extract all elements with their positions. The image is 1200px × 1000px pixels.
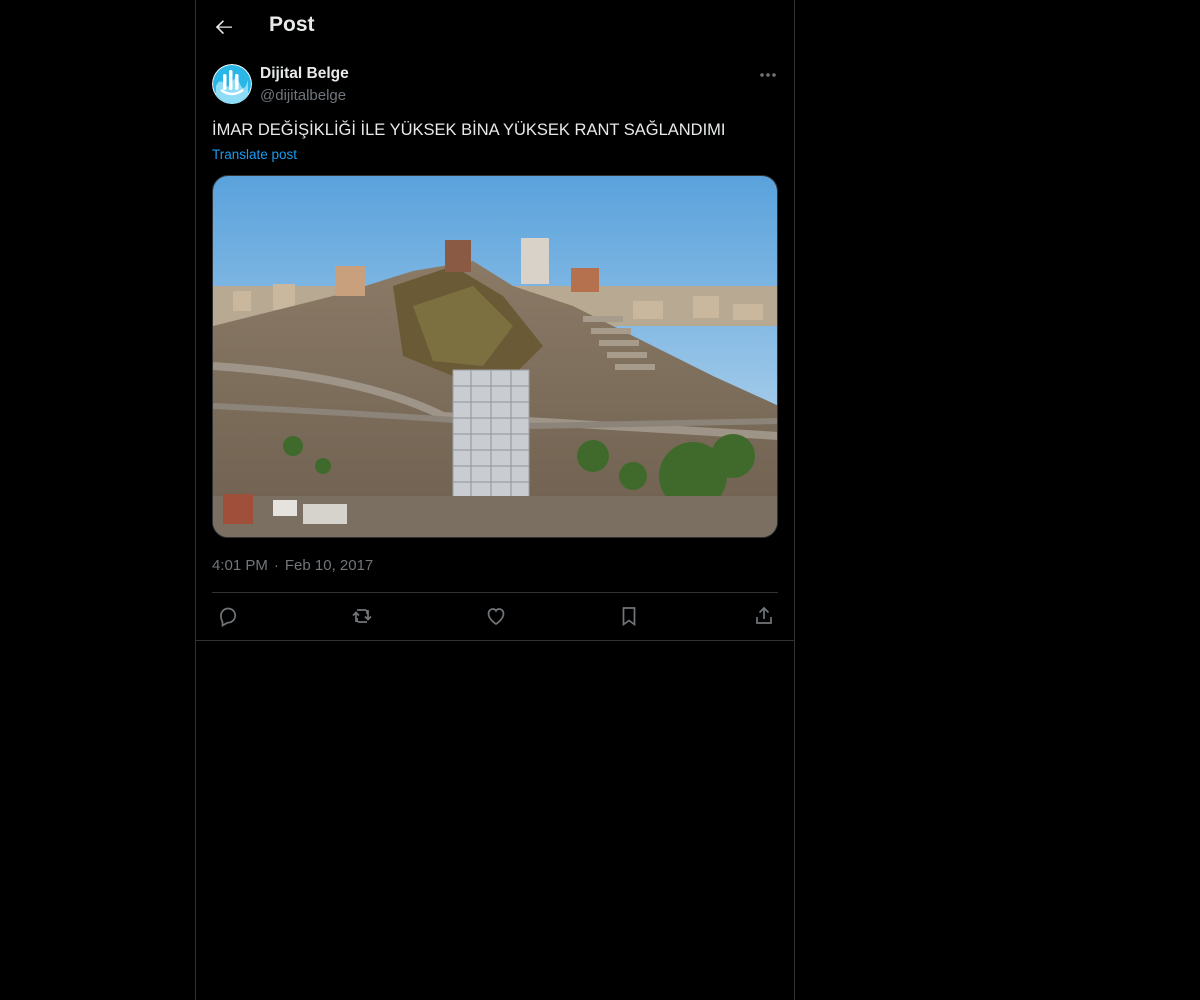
meta-separator: · bbox=[273, 557, 279, 574]
post-text: İMAR DEĞİŞİKLİĞİ İLE YÜKSEK BİNA YÜKSEK … bbox=[212, 121, 726, 139]
reply-icon bbox=[220, 607, 237, 627]
post-timestamp: 4:01 PM · Feb 10, 2017 bbox=[212, 557, 373, 574]
action-bar bbox=[196, 598, 794, 636]
more-options-button[interactable] bbox=[758, 64, 778, 86]
bookmark-icon bbox=[622, 607, 636, 627]
like-button[interactable] bbox=[484, 604, 510, 630]
dijital-belge-logo bbox=[212, 64, 252, 104]
divider bbox=[212, 592, 778, 593]
post-image[interactable] bbox=[212, 175, 778, 538]
translate-post-link[interactable]: Translate post bbox=[212, 147, 297, 162]
repost-icon bbox=[352, 609, 372, 623]
author-handle[interactable]: @dijitalbelge bbox=[260, 87, 346, 104]
reply-button[interactable] bbox=[216, 604, 242, 630]
top-bar: Post bbox=[196, 0, 794, 54]
arrow-left-icon bbox=[215, 20, 232, 35]
page-title: Post bbox=[269, 13, 315, 36]
post-time[interactable]: 4:01 PM bbox=[212, 557, 268, 574]
author-name[interactable]: Dijital Belge bbox=[260, 65, 349, 83]
primary-column: Post Dijital Belge @dijitalbelge İMAR DE… bbox=[195, 0, 795, 1000]
photo-city-hillside bbox=[213, 176, 777, 537]
avatar[interactable] bbox=[212, 64, 252, 104]
bookmark-button[interactable] bbox=[617, 604, 643, 630]
more-dots-icon bbox=[760, 73, 776, 77]
share-button[interactable] bbox=[752, 604, 778, 630]
repost-button[interactable] bbox=[350, 604, 376, 630]
like-icon bbox=[487, 608, 505, 626]
post-date[interactable]: Feb 10, 2017 bbox=[285, 557, 373, 574]
share-icon bbox=[756, 606, 772, 624]
divider bbox=[196, 640, 794, 641]
back-button[interactable] bbox=[212, 14, 236, 40]
